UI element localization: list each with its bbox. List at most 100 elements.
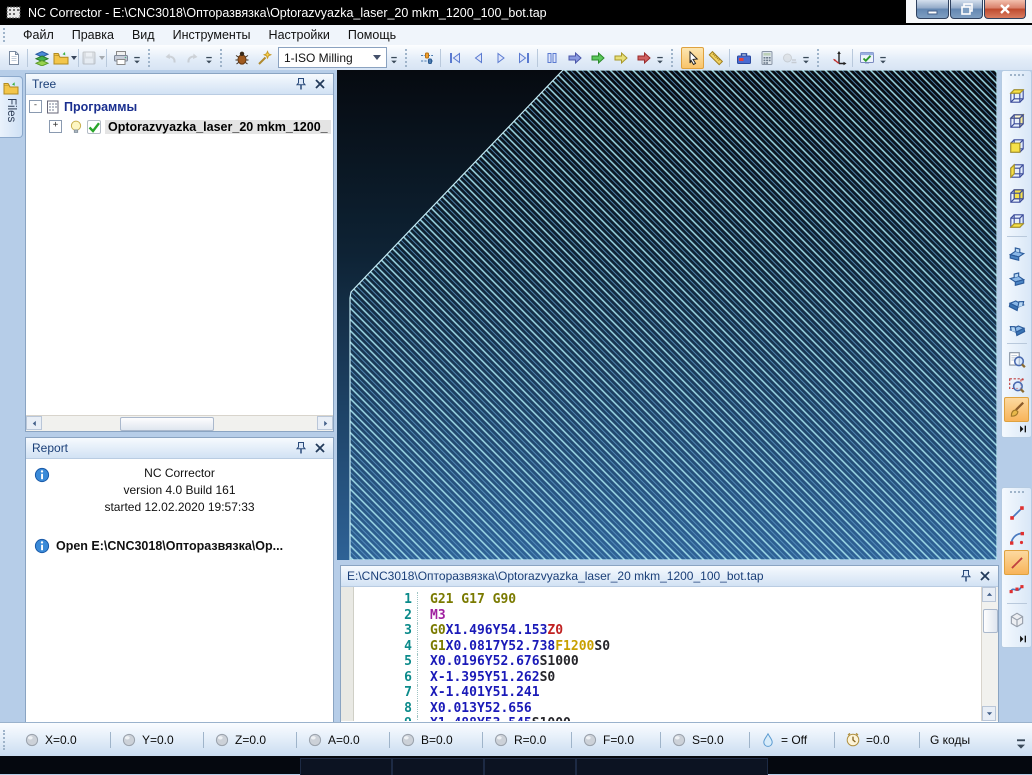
arrow-yellow-button[interactable] xyxy=(609,47,632,69)
collapse-expander[interactable]: - xyxy=(29,100,42,113)
layers-button[interactable] xyxy=(30,47,53,69)
tree-program-row[interactable]: + Optorazvyazka_laser_20 mkm_1200_ xyxy=(46,118,333,135)
close-panel-button[interactable] xyxy=(977,569,992,584)
line-button[interactable] xyxy=(1004,500,1029,525)
cube-bottom-button[interactable] xyxy=(1004,208,1029,233)
zoom-fit-button[interactable] xyxy=(1004,347,1029,372)
cube-top-button[interactable] xyxy=(1004,83,1029,108)
scroll-up-button[interactable] xyxy=(982,587,996,602)
arrow-green-button[interactable] xyxy=(586,47,609,69)
taskbar-button[interactable] xyxy=(576,758,768,775)
sliders-button[interactable] xyxy=(415,47,438,69)
tree-root-row[interactable]: - Программы xyxy=(26,98,333,115)
solid-cube-button[interactable] xyxy=(1004,607,1029,632)
minimize-button[interactable] xyxy=(916,0,949,19)
monitor-check-button[interactable] xyxy=(855,47,878,69)
zoom-window-button[interactable] xyxy=(1004,372,1029,397)
gcode-vertical-scrollbar[interactable] xyxy=(981,587,998,721)
menu-item-6[interactable]: Помощь xyxy=(339,26,405,44)
statusbar-overflow-icon[interactable] xyxy=(1013,738,1029,754)
restore-button[interactable] xyxy=(950,0,983,19)
nav-first-button[interactable] xyxy=(443,47,466,69)
expand-expander[interactable]: + xyxy=(49,120,62,133)
toolbar-overflow-icon[interactable] xyxy=(655,47,665,69)
part-1-button[interactable] xyxy=(1004,240,1029,265)
ruler-button[interactable] xyxy=(704,47,727,69)
arc-button[interactable] xyxy=(1004,525,1029,550)
cube-front-button[interactable] xyxy=(1004,133,1029,158)
segment-button[interactable] xyxy=(1004,550,1029,575)
gcode-line[interactable]: 6X-1.395Y51.262S0 xyxy=(354,670,981,686)
gcode-line[interactable]: 7X-1.401Y51.241 xyxy=(354,685,981,701)
toolbox-button[interactable] xyxy=(732,47,755,69)
axes-button[interactable] xyxy=(827,47,850,69)
cube-iso-button[interactable] xyxy=(1004,108,1029,133)
gcode-line[interactable]: 4G1X0.0817Y52.738F1200S0 xyxy=(354,639,981,655)
close-button[interactable] xyxy=(984,0,1026,19)
pin-button[interactable] xyxy=(958,569,973,584)
gcode-line[interactable]: 9X1.488Y53.545S1000 xyxy=(354,716,981,721)
files-side-tab[interactable]: Files xyxy=(0,76,23,138)
toolpath-viewport[interactable] xyxy=(337,70,997,560)
toolbar-expand-icon[interactable] xyxy=(1002,422,1031,436)
arrow-blue-button[interactable] xyxy=(563,47,586,69)
menu-item-4[interactable]: Инструменты xyxy=(164,26,260,44)
part-2-button[interactable] xyxy=(1004,265,1029,290)
gcode-line[interactable]: 5X0.0196Y52.676S1000 xyxy=(354,654,981,670)
toolbar-overflow-icon[interactable] xyxy=(878,47,888,69)
menu-item-1[interactable]: Файл xyxy=(14,26,63,44)
save-button[interactable] xyxy=(81,47,104,69)
tree-horizontal-scrollbar[interactable] xyxy=(26,415,333,431)
toolbar-overflow-icon[interactable] xyxy=(204,47,214,69)
bug-button[interactable] xyxy=(230,47,253,69)
cube-left-button[interactable] xyxy=(1004,158,1029,183)
gcode-line[interactable]: 2M3 xyxy=(354,608,981,624)
scroll-left-button[interactable] xyxy=(26,416,42,430)
gcode-line[interactable]: 3G0X1.496Y54.153Z0 xyxy=(354,623,981,639)
taskbar-button[interactable] xyxy=(484,758,576,775)
wand-button[interactable] xyxy=(253,47,276,69)
toolbar-expand-icon[interactable] xyxy=(1002,632,1031,646)
polyline-button[interactable] xyxy=(1004,575,1029,600)
nav-pause-button[interactable] xyxy=(540,47,563,69)
pin-button[interactable] xyxy=(293,77,308,92)
scroll-down-button[interactable] xyxy=(982,706,996,721)
scrollbar-thumb[interactable] xyxy=(120,417,214,431)
redo-button[interactable] xyxy=(181,47,204,69)
gcode-line[interactable]: 1G21 G17 G90 xyxy=(354,592,981,608)
print-button[interactable] xyxy=(109,47,132,69)
undo-button[interactable] xyxy=(158,47,181,69)
cursor-button[interactable] xyxy=(681,47,704,69)
nav-prev-button[interactable] xyxy=(466,47,489,69)
cube-back-button[interactable] xyxy=(1004,183,1029,208)
calculator-button[interactable] xyxy=(755,47,778,69)
taskbar-button[interactable] xyxy=(300,758,392,775)
nav-play-button[interactable] xyxy=(489,47,512,69)
interpreter-select[interactable]: 1-ISO Milling xyxy=(278,47,387,68)
cube-top-icon xyxy=(1008,87,1026,105)
menu-item-5[interactable]: Настройки xyxy=(260,26,339,44)
gcode-lines[interactable]: 1G21 G17 G902M33G0X1.496Y54.153Z04G1X0.0… xyxy=(354,587,981,721)
menu-item-2[interactable]: Правка xyxy=(63,26,123,44)
part-4-button[interactable] xyxy=(1004,315,1029,340)
pin-button[interactable] xyxy=(293,441,308,456)
brush-button[interactable] xyxy=(1004,397,1029,422)
taskbar-button[interactable] xyxy=(392,758,484,775)
arrow-red-button[interactable] xyxy=(632,47,655,69)
gcode-line[interactable]: 8X0.013Y52.656 xyxy=(354,701,981,717)
toolbar-separator xyxy=(78,49,79,67)
part-3-button[interactable] xyxy=(1004,290,1029,315)
toolbar-overflow-icon[interactable] xyxy=(132,47,142,69)
scrollbar-thumb[interactable] xyxy=(983,609,998,633)
go-button[interactable] xyxy=(778,47,801,69)
menu-item-3[interactable]: Вид xyxy=(123,26,164,44)
toolbar-overflow-icon[interactable] xyxy=(801,47,811,69)
new-file-button[interactable] xyxy=(2,47,25,69)
toolbar-overflow-icon[interactable] xyxy=(389,47,399,69)
open-folder-button[interactable] xyxy=(53,47,76,69)
close-panel-button[interactable] xyxy=(312,77,327,92)
gcode-editor[interactable]: 1G21 G17 G902M33G0X1.496Y54.153Z04G1X0.0… xyxy=(341,587,998,721)
nav-last-button[interactable] xyxy=(512,47,535,69)
scroll-right-button[interactable] xyxy=(317,416,333,430)
close-panel-button[interactable] xyxy=(312,441,327,456)
